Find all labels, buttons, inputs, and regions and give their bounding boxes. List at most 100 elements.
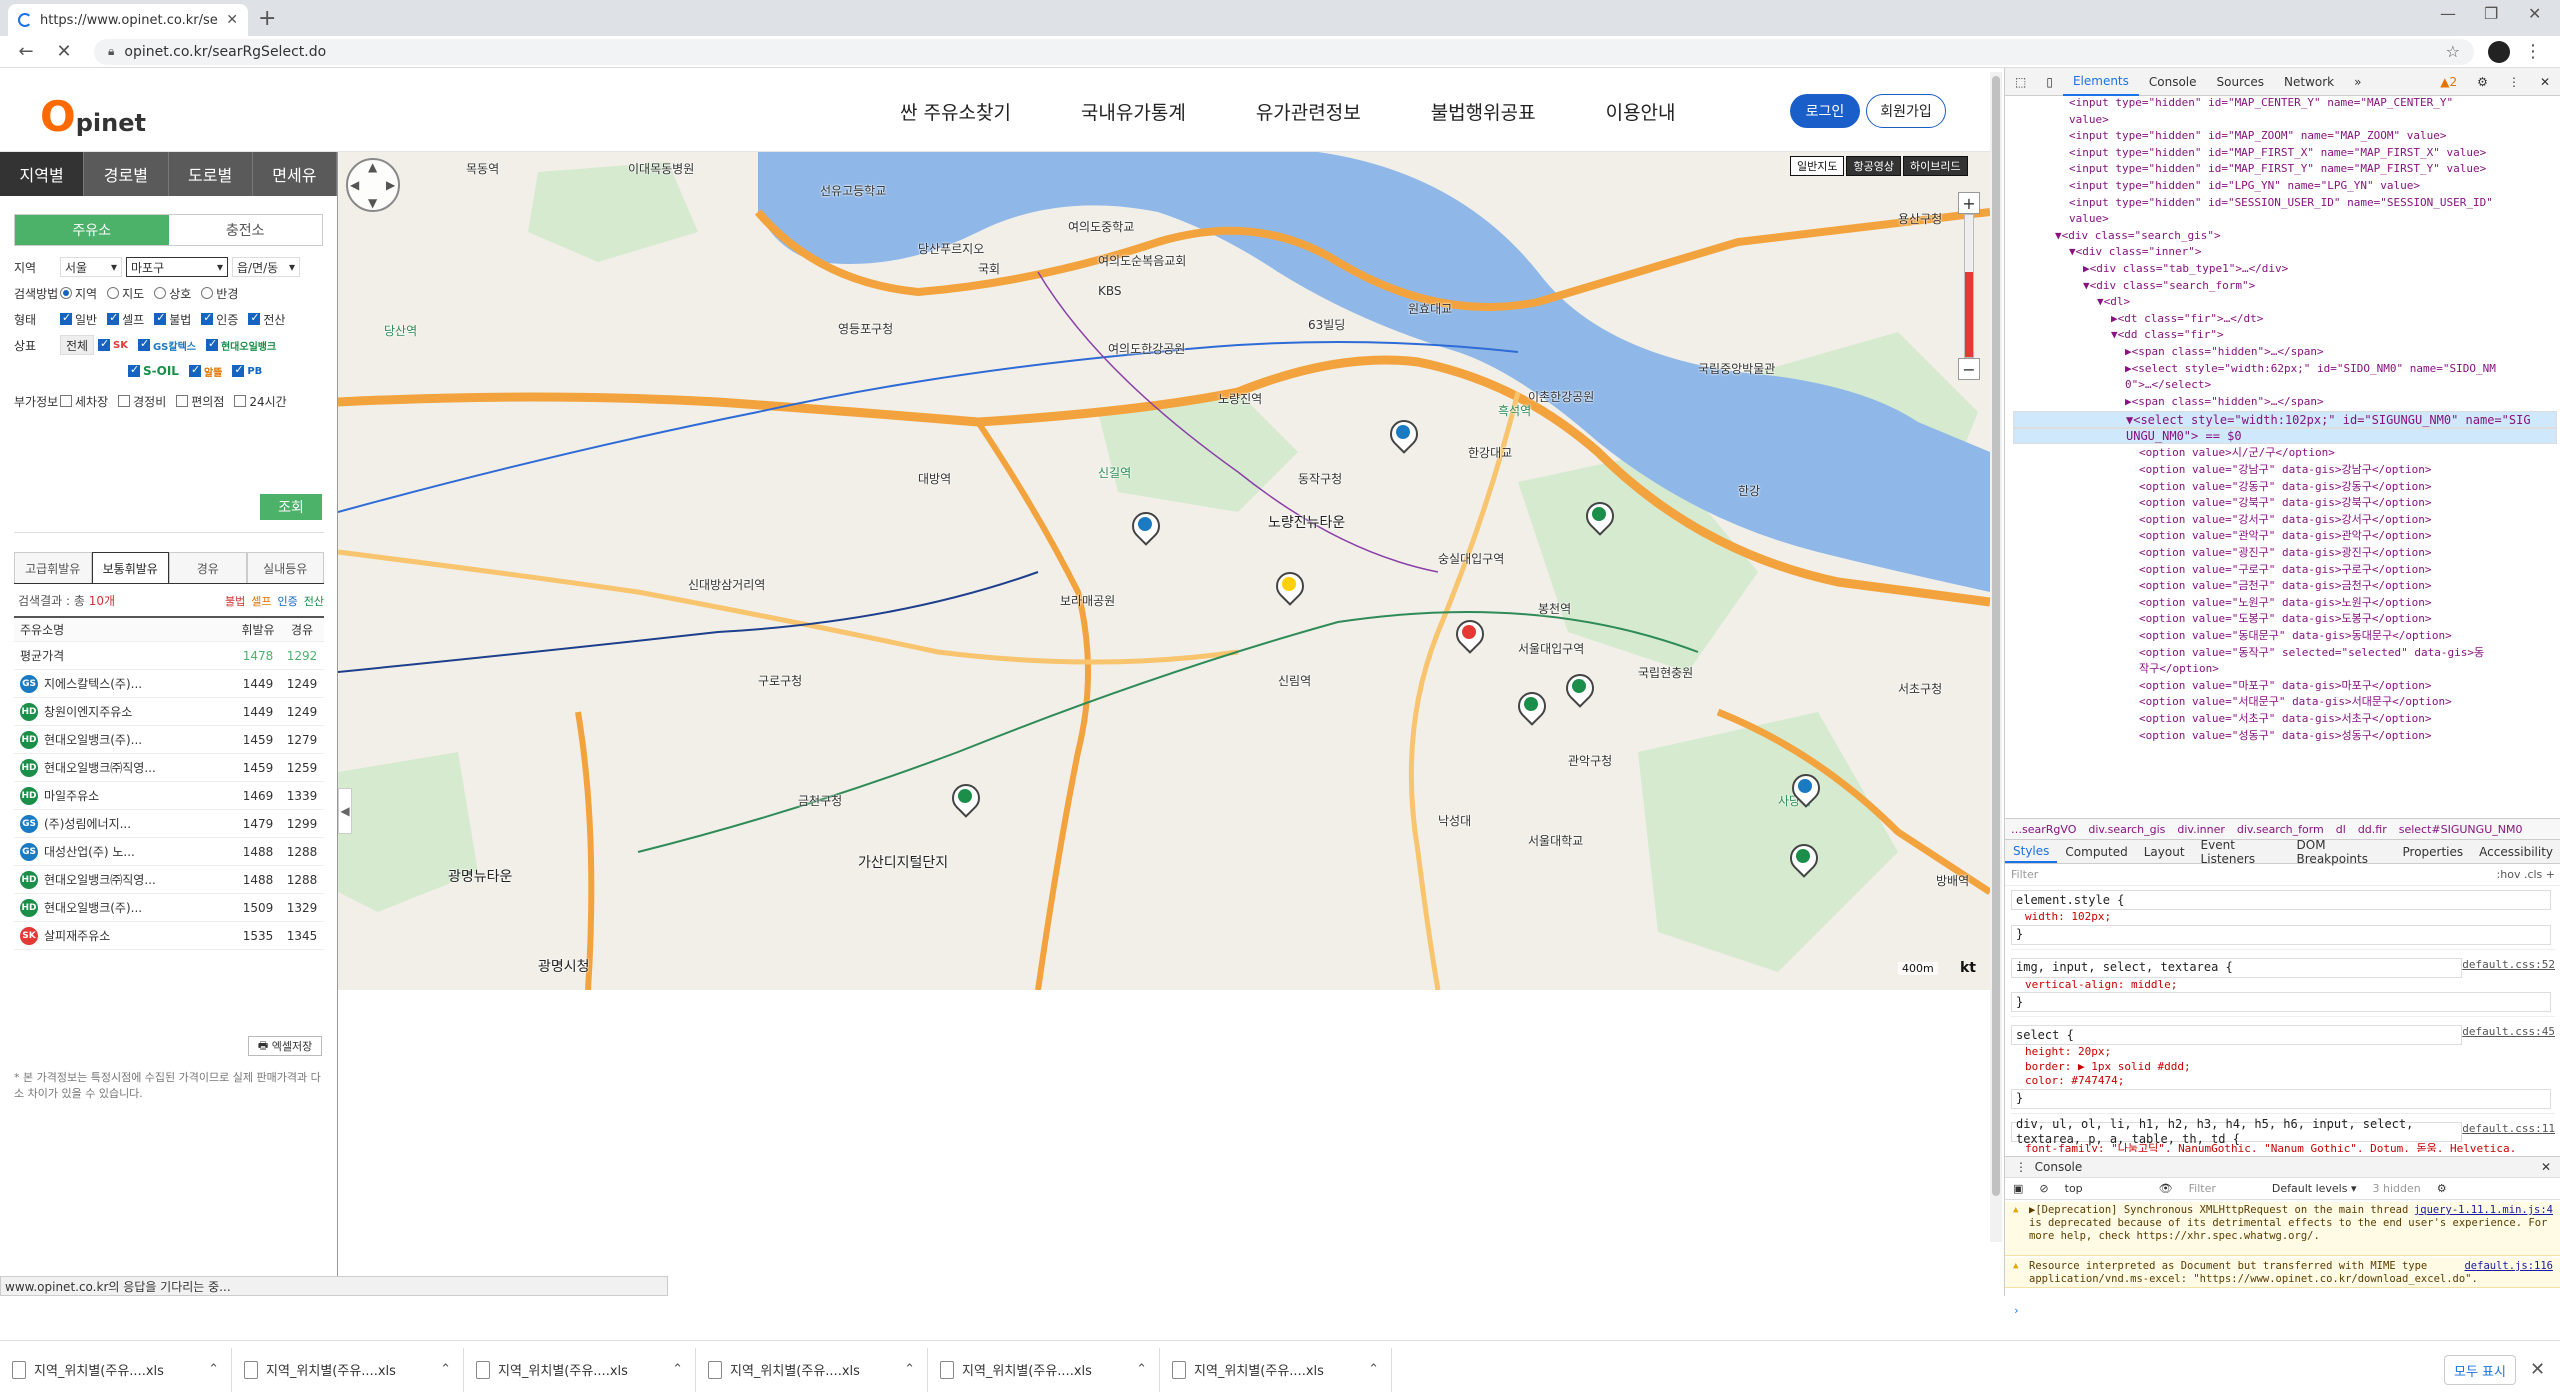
css-property[interactable]: border: ▶ 1px solid #ddd;: [2011, 1060, 2555, 1075]
dom-node-line[interactable]: ▼<div class="inner">: [2013, 245, 2560, 262]
station-name[interactable]: 현대오일뱅크㈜직영...: [44, 871, 156, 888]
styles-subtab[interactable]: Event Listeners: [2193, 838, 2289, 866]
excel-save-button[interactable]: 🖶 엑셀저장: [248, 1036, 322, 1056]
css-property[interactable]: height: 20px;: [2011, 1045, 2555, 1060]
rule-source-link[interactable]: default.css:45: [2462, 1025, 2555, 1040]
station-marker[interactable]: [1784, 838, 1824, 878]
dom-node-line[interactable]: ▶<select style="width:62px;" id="SIDO_NM…: [2013, 362, 2560, 379]
download-item[interactable]: 지역_위치별(주유....xls ⌃: [696, 1347, 928, 1392]
scroll-thumb[interactable]: [1992, 76, 2000, 1196]
table-row[interactable]: HD 현대오일뱅크㈜직영... 1488 1288: [14, 866, 324, 894]
breadcrumb-item[interactable]: …searRgVO: [2011, 823, 2076, 836]
station-name[interactable]: 살피재주유소: [44, 927, 110, 944]
station-marker[interactable]: [1126, 506, 1166, 546]
dom-node-line[interactable]: <input type="hidden" id="SESSION_USER_ID…: [2013, 196, 2560, 213]
type-illegal[interactable]: 불법: [154, 311, 191, 328]
table-row[interactable]: HD 현대오일뱅크(주)... 1459 1279: [14, 726, 324, 754]
chevron-up-icon[interactable]: ⌃: [1136, 1362, 1147, 1377]
dom-node-line[interactable]: <input type="hidden" id="MAP_CENTER_Y" n…: [2013, 96, 2560, 113]
minimize-icon[interactable]: —: [2440, 4, 2456, 23]
station-marker[interactable]: [946, 778, 986, 818]
styles-subtab[interactable]: Styles: [2005, 840, 2058, 863]
device-toggle-icon[interactable]: ▯: [2036, 68, 2063, 96]
dom-node-line[interactable]: <input type="hidden" id="MAP_FIRST_X" na…: [2013, 146, 2560, 163]
tab-gas-station[interactable]: 주유소: [15, 215, 169, 245]
station-name[interactable]: 대성산업(주) 노...: [44, 843, 135, 860]
station-marker[interactable]: [1270, 566, 1310, 606]
console-prompt[interactable]: ›: [2013, 1304, 2020, 1317]
breadcrumb-item[interactable]: div.search_gis: [2088, 823, 2165, 836]
dom-node-line[interactable]: ▼<dd class="fir">: [2013, 328, 2560, 345]
dom-node-line[interactable]: <option value="서초구" data-gis>서초구</option…: [2013, 710, 2560, 727]
zoom-slider[interactable]: [1964, 214, 1974, 358]
pan-right-icon[interactable]: ▶: [386, 178, 395, 192]
method-radius[interactable]: 반경: [201, 285, 238, 302]
extra-carwash[interactable]: 세차장: [60, 393, 108, 410]
checkbox[interactable]: [154, 311, 167, 325]
type-computer[interactable]: 전산: [248, 311, 285, 328]
dom-node-line[interactable]: ▶<span class="hidden">…</span>: [2013, 345, 2560, 362]
dom-node-line[interactable]: value>: [2013, 113, 2560, 130]
checkbox[interactable]: [107, 311, 120, 325]
breadcrumb-item[interactable]: select#SIGUNGU_NM0: [2399, 823, 2523, 836]
dom-node-line[interactable]: ▼<div class="search_form">: [2013, 279, 2560, 296]
dom-node-line[interactable]: <option value="동작구" selected="selected" …: [2013, 644, 2560, 661]
nav-stats[interactable]: 국내유가통계: [1081, 98, 1186, 125]
tab-regular[interactable]: 보통휘발유: [91, 552, 169, 583]
settings-gear-icon[interactable]: ⚙: [2467, 68, 2498, 96]
panel-collapse-button[interactable]: ◀: [338, 788, 352, 834]
station-marker[interactable]: [1580, 496, 1620, 536]
warning-source-link[interactable]: jquery-1.11.1.min.js:4: [2414, 1204, 2553, 1217]
checkbox[interactable]: [232, 363, 245, 377]
css-property[interactable]: color: #747474;: [2011, 1074, 2555, 1089]
checkbox[interactable]: [137, 337, 150, 351]
page-scrollbar[interactable]: [1990, 72, 2002, 1242]
station-marker[interactable]: [1560, 668, 1600, 708]
inspect-icon[interactable]: ⬚: [2005, 68, 2036, 96]
console-drawer-menu-icon[interactable]: ⋮: [2015, 1160, 2035, 1174]
styles-subtab[interactable]: Computed: [2057, 840, 2135, 863]
download-item[interactable]: 지역_위치별(주유....xls ⌃: [232, 1347, 464, 1392]
console-levels-select[interactable]: Default levels ▾: [2272, 1182, 2357, 1195]
warning-count[interactable]: ▲2: [2440, 75, 2457, 89]
warning-source-link[interactable]: default.js:116: [2464, 1260, 2553, 1273]
new-tab-icon[interactable]: +: [258, 6, 276, 31]
tab-console[interactable]: Console: [2139, 68, 2207, 96]
tab-diesel[interactable]: 경유: [169, 552, 247, 583]
pan-control[interactable]: ▲ ▼ ◀ ▶: [346, 158, 400, 212]
checkbox[interactable]: [188, 363, 201, 377]
browser-tab[interactable]: https://www.opinet.co.kr/searRg ✕: [8, 4, 248, 36]
extra-store[interactable]: 편의점: [176, 393, 224, 410]
tab-elements[interactable]: Elements: [2062, 68, 2139, 96]
tab-sources[interactable]: Sources: [2207, 68, 2274, 96]
station-marker[interactable]: [1450, 614, 1490, 654]
styles-subtab[interactable]: Properties: [2395, 840, 2472, 863]
station-name[interactable]: 현대오일뱅크(주)...: [44, 731, 142, 748]
login-button[interactable]: 로그인: [1790, 94, 1860, 128]
checkbox[interactable]: [60, 311, 72, 325]
map-type-normal[interactable]: 일반지도: [1790, 156, 1845, 176]
css-property[interactable]: vertical-align: middle;: [2011, 978, 2555, 993]
dom-node-line[interactable]: <option value="도봉구" data-gis>도봉구</option…: [2013, 610, 2560, 627]
dom-node-line[interactable]: <option value="강북구" data-gis>강북구</option…: [2013, 494, 2560, 511]
map-type-hybrid[interactable]: 하이브리드: [1902, 156, 1968, 176]
back-icon[interactable]: ←: [14, 41, 38, 62]
dong-select[interactable]: 읍/면/동 ▾: [232, 257, 300, 277]
dom-node-line[interactable]: value>: [2013, 212, 2560, 229]
rule-source-link[interactable]: default.css:11: [2462, 1122, 2555, 1137]
dom-node-line[interactable]: <option value="강남구" data-gis>강남구</option…: [2013, 461, 2560, 478]
console-settings-icon[interactable]: ⚙: [2437, 1182, 2447, 1195]
download-item[interactable]: 지역_위치별(주유....xls ⌃: [0, 1347, 232, 1392]
sigungu-select[interactable]: 마포구 ▾: [126, 257, 228, 277]
extra-repair[interactable]: 경정비: [118, 393, 166, 410]
download-item[interactable]: 지역_위치별(주유....xls ⌃: [1160, 1347, 1392, 1392]
breadcrumb-item[interactable]: div.search_form: [2237, 823, 2324, 836]
tab-route[interactable]: 경로별: [84, 152, 169, 196]
show-all-downloads-button[interactable]: 모두 표시: [2444, 1355, 2516, 1385]
checkbox[interactable]: [128, 363, 140, 377]
table-row[interactable]: HD 현대오일뱅크㈜직영... 1459 1259: [14, 754, 324, 782]
chevron-up-icon[interactable]: ⌃: [440, 1362, 451, 1377]
extra-24h[interactable]: 24시간: [234, 393, 287, 410]
dom-node-line[interactable]: <option value="관악구" data-gis>관악구</option…: [2013, 527, 2560, 544]
type-self[interactable]: 셀프: [107, 311, 144, 328]
